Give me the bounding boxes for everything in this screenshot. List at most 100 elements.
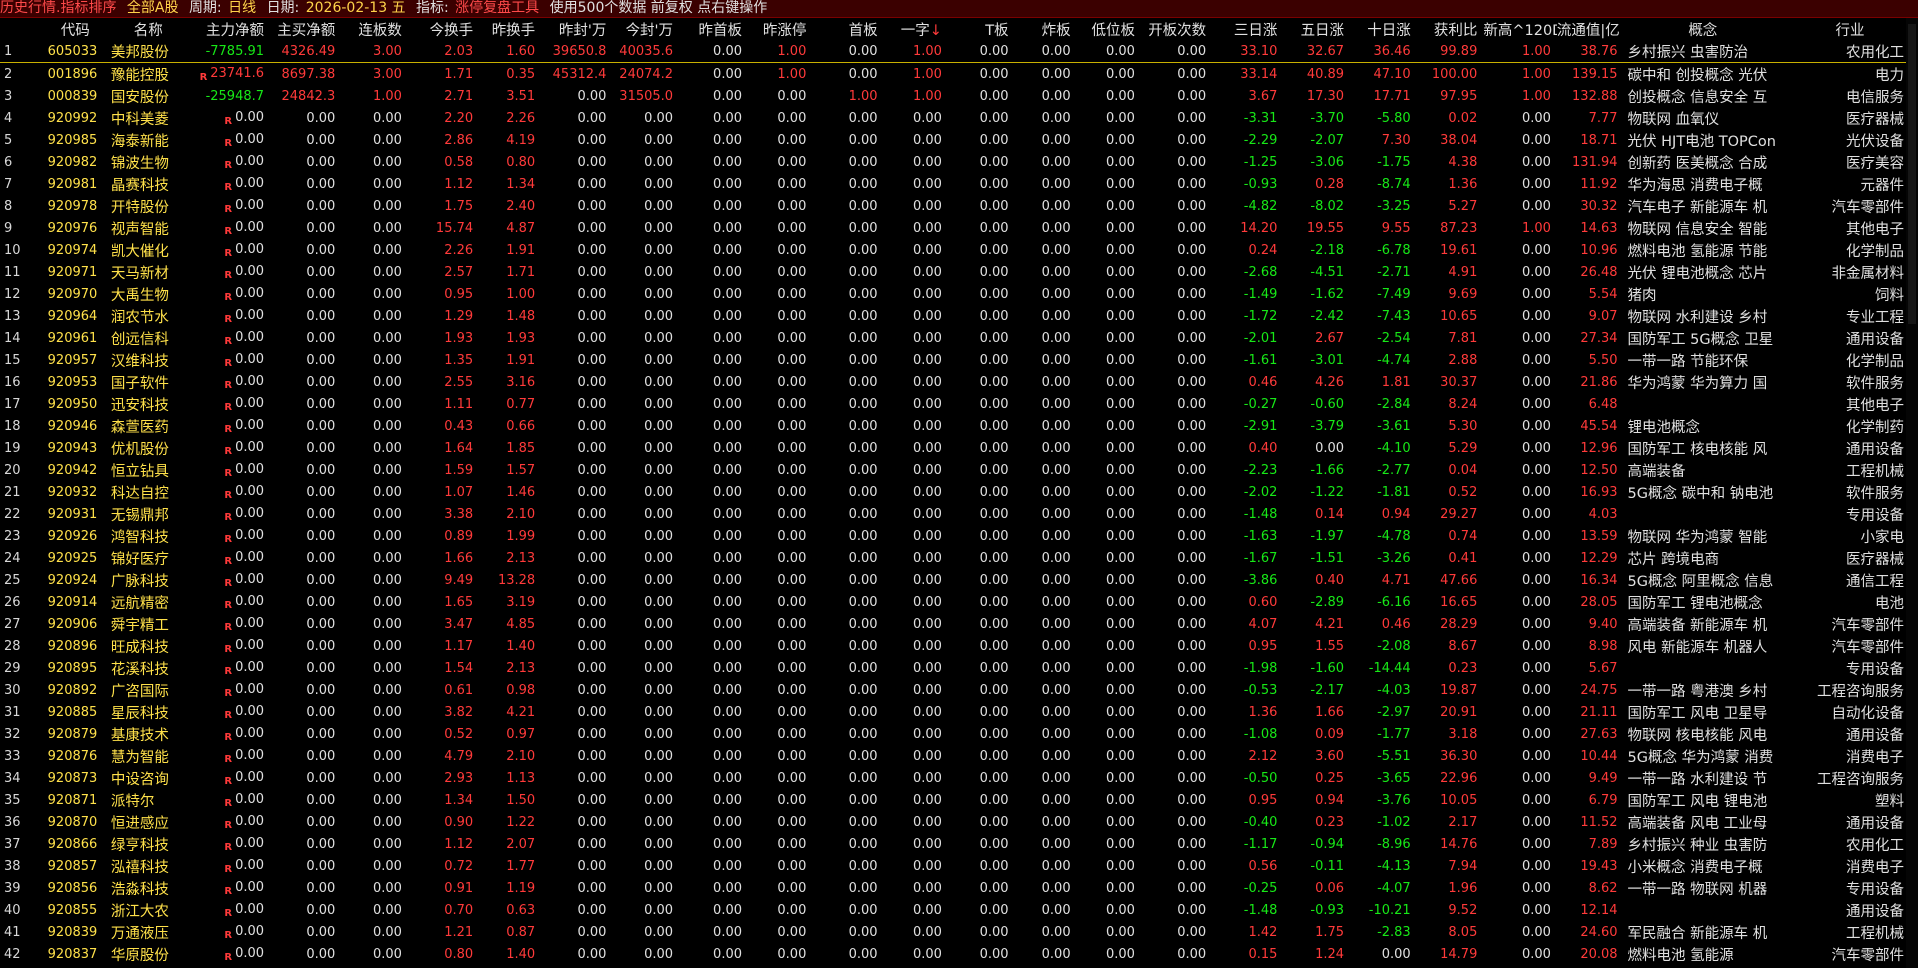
table-row[interactable]: 10 920974 凯大催化 R 0.00 0.00 0.00 2.26 1.91 0.00 0.0…	[0, 239, 1918, 261]
table-row[interactable]: 30 920892 广咨国际 R 0.00 0.00 0.00 0.61 0.98 0.00 0.0…	[0, 679, 1918, 701]
col-broken-board-header[interactable]: 炸板	[1015, 18, 1077, 40]
table-row[interactable]: 33 920876 慧为智能 R 0.00 0.00 0.00 4.79 2.10 0.00 0.0…	[0, 745, 1918, 767]
table-row[interactable]: 9 920976 视声智能 R 0.00 0.00 0.00 15.74 4.87 0.00 0.0…	[0, 217, 1918, 239]
table-row[interactable]: 11 920971 天马新材 R 0.00 0.00 0.00 2.57 1.71 0.00 0.0…	[0, 261, 1918, 283]
main-buy-net-value: 0.00	[306, 638, 336, 654]
10day-change-cell: -3.61	[1350, 415, 1417, 437]
col-yesterday-limit-up-header[interactable]: 昨涨停	[748, 18, 812, 40]
col-5day-change-header[interactable]: 五日涨	[1283, 18, 1350, 40]
col-10day-change-header[interactable]: 十日涨	[1350, 18, 1417, 40]
table-row[interactable]: 35 920871 派特尔 R 0.00 0.00 0.00 1.34 1.50 0.00 0.00…	[0, 789, 1918, 811]
col-today-seal-header[interactable]: 今封'万	[612, 18, 679, 40]
table-row[interactable]: 21 920932 科达自控 R 0.00 0.00 0.00 1.07 1.46 0.00 0.0…	[0, 481, 1918, 503]
indicator-selector[interactable]: 涨停复盘工具	[455, 0, 539, 16]
main-net-value: 0.00	[235, 879, 265, 895]
main-buy-net-cell: 0.00	[270, 107, 341, 129]
col-yesterday-turnover-header[interactable]: 昨换手	[479, 18, 541, 40]
yesterday-turnover-cell: 1.57	[479, 459, 541, 481]
col-today-turnover-header[interactable]: 今换手	[408, 18, 479, 40]
table-row[interactable]: 7 920981 晶赛科技 R 0.00 0.00 0.00 1.12 1.34 0.00 0.00…	[0, 173, 1918, 195]
col-profit-ratio-header[interactable]: 获利比	[1417, 18, 1484, 40]
table-row[interactable]: 8 920978 开特股份 R 0.00 0.00 0.00 1.75 2.40 0.00 0.00…	[0, 195, 1918, 217]
table-row[interactable]: 14 920961 创远信科 R 0.00 0.00 0.00 1.93 1.93 0.00 0.0…	[0, 327, 1918, 349]
table-row[interactable]: 24 920925 锦好医疗 R 0.00 0.00 0.00 1.66 2.13 0.00 0.0…	[0, 547, 1918, 569]
table-row[interactable]: 26 920914 远航精密 R 0.00 0.00 0.00 1.65 3.19 0.00 0.0…	[0, 591, 1918, 613]
table-row[interactable]: 40 920855 浙江大农 R 0.00 0.00 0.00 0.70 0.63 0.00 0.0…	[0, 899, 1918, 921]
table-row[interactable]: 32 920879 基康技术 R 0.00 0.00 0.00 0.52 0.97 0.00 0.0…	[0, 723, 1918, 745]
stock-code: 920932	[47, 484, 98, 500]
new-high-120d-cell: 0.00	[1483, 635, 1557, 657]
new-high-120d-cell: 0.00	[1483, 547, 1557, 569]
col-float-value-header[interactable]: 流通值|亿	[1557, 18, 1624, 40]
open-count-cell: 0.00	[1141, 239, 1212, 261]
table-row[interactable]: 5 920985 海泰新能 R 0.00 0.00 0.00 2.86 4.19 0.00 0.00…	[0, 129, 1918, 151]
col-index-header[interactable]	[0, 18, 44, 40]
table-row[interactable]: 15 920957 汉维科技 R 0.00 0.00 0.00 1.35 1.91 0.00 0.0…	[0, 349, 1918, 371]
table-row[interactable]: 17 920950 迅安科技 R 0.00 0.00 0.00 1.11 0.77 0.00 0.0…	[0, 393, 1918, 415]
col-yesterday-first-board-header[interactable]: 昨首板	[679, 18, 748, 40]
col-3day-change-header[interactable]: 三日涨	[1212, 18, 1283, 40]
yesterday-first-board-cell: 0.00	[679, 679, 748, 701]
market-selector[interactable]: 全部A股	[127, 0, 179, 16]
table-row[interactable]: 23 920926 鸿智科技 R 0.00 0.00 0.00 0.89 1.99 0.00 0.0…	[0, 525, 1918, 547]
first-board-cell: 0.00	[812, 657, 883, 679]
yesterday-seal-cell: 0.00	[541, 415, 612, 437]
table-row[interactable]: 36 920870 恒进感应 R 0.00 0.00 0.00 0.90 1.22 0.00 0.0…	[0, 811, 1918, 833]
t-board-value: 0.00	[979, 880, 1009, 896]
financing-marker-icon: R	[224, 225, 233, 237]
table-row[interactable]: 34 920873 中设咨询 R 0.00 0.00 0.00 2.93 1.13 0.00 0.0…	[0, 767, 1918, 789]
table-row[interactable]: 25 920924 广脉科技 R 0.00 0.00 0.00 9.49 13.28 0.00 0.…	[0, 569, 1918, 591]
table-row[interactable]: 13 920964 润农节水 R 0.00 0.00 0.00 1.29 1.48 0.00 0.0…	[0, 305, 1918, 327]
col-concept-header[interactable]: 概念	[1624, 18, 1783, 40]
vertical-scrollbar[interactable]	[1906, 18, 1918, 968]
period-selector[interactable]: 日线	[228, 0, 256, 16]
col-industry-header[interactable]: 行业	[1782, 18, 1918, 40]
col-consecutive-boards-header[interactable]: 连板数	[341, 18, 408, 40]
t-board-cell: 0.00	[948, 195, 1015, 217]
col-open-count-header[interactable]: 开板次数	[1141, 18, 1212, 40]
table-row[interactable]: 2 001896 豫能控股 R 23741.6 8697.38 3.00 1.71 0.35 45…	[0, 63, 1918, 86]
table-row[interactable]: 38 920857 泓禧科技 R 0.00 0.00 0.00 0.72 1.77 0.00 0.0…	[0, 855, 1918, 877]
table-row[interactable]: 31 920885 星辰科技 R 0.00 0.00 0.00 3.82 4.21 0.00 0.0…	[0, 701, 1918, 723]
table-row[interactable]: 1 605033 美邦股份 -7785.91 4326.49 3.00 2.03 1.60 39…	[0, 40, 1918, 63]
table-row[interactable]: 28 920896 旺成科技 R 0.00 0.00 0.00 1.17 1.40 0.00 0.0…	[0, 635, 1918, 657]
row-index: 9	[4, 220, 13, 236]
table-row[interactable]: 4 920992 中科美菱 R 0.00 0.00 0.00 2.20 2.26 0.00 0.00…	[0, 107, 1918, 129]
10day-change-value: 4.71	[1381, 572, 1411, 588]
table-row[interactable]: 6 920982 锦波生物 R 0.00 0.00 0.00 0.58 0.80 0.00 0.00…	[0, 151, 1918, 173]
col-yesterday-seal-header[interactable]: 昨封'万	[541, 18, 612, 40]
date-selector[interactable]: 2026-02-13 五	[306, 0, 406, 16]
table-row[interactable]: 29 920895 花溪科技 R 0.00 0.00 0.00 1.54 2.13 0.00 0.0…	[0, 657, 1918, 679]
col-one-word-header[interactable]: 一字↓	[884, 18, 948, 40]
10day-change-cell: 36.46	[1350, 40, 1417, 63]
table-row[interactable]: 22 920931 无锡鼎邦 R 0.00 0.00 0.00 3.38 2.10 0.00 0.0…	[0, 503, 1918, 525]
col-main-buy-net-header[interactable]: 主买净额	[270, 18, 341, 40]
first-board-cell: 0.00	[812, 899, 883, 921]
table-row[interactable]: 39 920856 浩淼科技 R 0.00 0.00 0.00 0.91 1.19 0.00 0.0…	[0, 877, 1918, 899]
col-name-header[interactable]: 名称	[107, 18, 190, 40]
yesterday-first-board-cell: 0.00	[679, 921, 748, 943]
col-first-board-header[interactable]: 首板	[812, 18, 883, 40]
col-code-header[interactable]: 代码	[44, 18, 107, 40]
col-low-board-header[interactable]: 低位板	[1077, 18, 1141, 40]
table-row[interactable]: 18 920946 森萱医药 R 0.00 0.00 0.00 0.43 0.66 0.00 0.0…	[0, 415, 1918, 437]
scrollbar-thumb[interactable]	[1908, 24, 1916, 324]
table-row[interactable]: 37 920866 绿亨科技 R 0.00 0.00 0.00 1.12 2.07 0.00 0.0…	[0, 833, 1918, 855]
table-row[interactable]: 42 920837 华原股份 R 0.00 0.00 0.00 0.80 1.40 0.00 0.0…	[0, 943, 1918, 965]
table-row[interactable]: 16 920953 国子软件 R 0.00 0.00 0.00 2.55 3.16 0.00 0.0…	[0, 371, 1918, 393]
table-row[interactable]: 27 920906 舜宇精工 R 0.00 0.00 0.00 3.47 4.85 0.00 0.0…	[0, 613, 1918, 635]
table-row[interactable]: 41 920839 万通液压 R 0.00 0.00 0.00 1.21 0.87 0.00 0.0…	[0, 921, 1918, 943]
today-turnover-value: 0.80	[444, 946, 474, 962]
col-new-high-120d-header[interactable]: 新高^120D	[1483, 18, 1557, 40]
col-t-board-header[interactable]: T板	[948, 18, 1015, 40]
one-word-value: 0.00	[912, 286, 942, 302]
table-row[interactable]: 12 920970 大禹生物 R 0.00 0.00 0.00 0.95 1.00 0.00 0.0…	[0, 283, 1918, 305]
table-row[interactable]: 19 920943 优机股份 R 0.00 0.00 0.00 1.64 1.85 0.00 0.0…	[0, 437, 1918, 459]
industry-cell: 软件服务	[1846, 375, 1904, 392]
10day-change-value: -4.07	[1377, 880, 1411, 896]
col-main-net-header[interactable]: 主力净额	[190, 18, 270, 40]
yesterday-limit-up-cell: 0.00	[748, 503, 812, 525]
today-turnover-cell: 1.65	[408, 591, 479, 613]
table-row[interactable]: 20 920942 恒立钻具 R 0.00 0.00 0.00 1.59 1.57 0.00 0.0…	[0, 459, 1918, 481]
table-row[interactable]: 3 000839 国安股份 -25948.7 24842.3 1.00 2.71 3.51 0.…	[0, 85, 1918, 107]
